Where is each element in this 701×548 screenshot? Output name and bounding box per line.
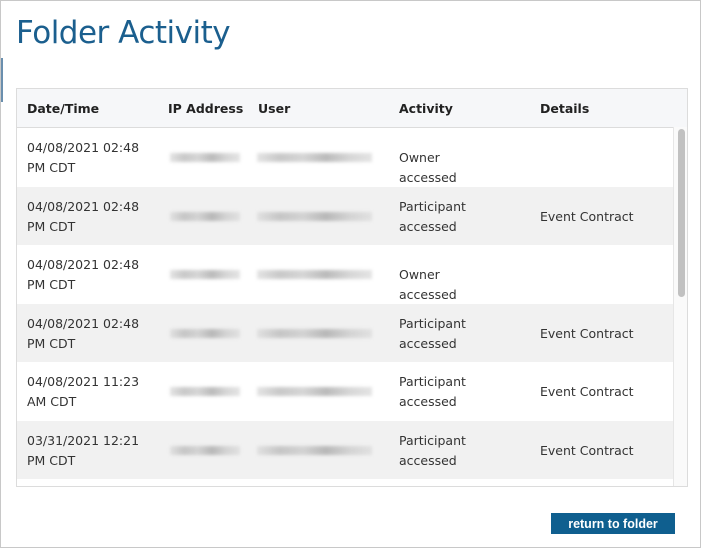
activity-cell: Owner accessed (399, 267, 457, 302)
datetime-cell: 04/08/2021 02:48 PM CDT (27, 255, 139, 295)
date-text: 04/08/2021 02:48 (27, 257, 140, 272)
date-text: 04/08/2021 02:48 (27, 198, 140, 214)
datetime-cell: 04/08/2021 02:48 PM CDT (27, 138, 139, 178)
col-details[interactable]: Details (540, 101, 589, 116)
scrollbar[interactable] (673, 127, 687, 486)
ip-redacted (170, 328, 240, 338)
ip-redacted (170, 445, 240, 455)
ip-redacted (170, 270, 240, 279)
datetime-cell: 04/08/2021 11:23 AM CDT (27, 372, 139, 412)
activity-cell: Participant accessed (399, 374, 466, 409)
folder-activity-dialog: Folder Activity Date/Time IP Address Use… (0, 0, 701, 548)
table-row: 04/08/2021 02:48 PM CDT Owner accessed (17, 128, 673, 186)
user-redacted (257, 270, 372, 279)
table-row: 03/31/2021 12:21 PM CDT Participant acces… (17, 420, 673, 479)
scrollbar-thumb[interactable] (678, 129, 685, 297)
details-cell: Event Contract (540, 384, 634, 399)
user-redacted (257, 211, 372, 221)
timezone-text: PM CDT (27, 277, 76, 292)
date-text: 04/08/2021 11:23 (27, 374, 140, 389)
datetime-cell: 04/08/2021 02:48 PM CDT (27, 314, 139, 354)
table-row: 04/08/2021 02:48 PM CDT Participant acces… (17, 303, 673, 362)
ip-redacted (170, 387, 240, 396)
date-text: 04/08/2021 02:48 (27, 140, 140, 155)
datetime-cell: 03/31/2021 12:21 PM CDT (27, 431, 139, 471)
background-edge (1, 58, 3, 102)
table-row: 04/08/2021 11:23 AM CDT Participant acces… (17, 362, 673, 420)
timezone-text: PM CDT (27, 335, 76, 351)
col-activity[interactable]: Activity (399, 101, 453, 116)
table-row: 04/08/2021 02:48 PM CDT Owner accessed (17, 245, 673, 303)
details-cell: Event Contract (540, 208, 634, 224)
timezone-text: AM CDT (27, 394, 77, 409)
return-to-folder-button[interactable]: return to folder (551, 513, 675, 534)
date-text: 04/08/2021 02:48 (27, 315, 140, 331)
table-row: 04/08/2021 02:48 PM CDT Participant acces… (17, 186, 673, 245)
dialog-title: Folder Activity (16, 15, 231, 51)
table-header: Date/Time IP Address User Activity Detai… (17, 89, 687, 128)
activity-table: Date/Time IP Address User Activity Detai… (16, 88, 688, 487)
timezone-text: PM CDT (27, 160, 76, 175)
user-redacted (257, 328, 372, 338)
ip-redacted (170, 153, 240, 162)
ip-redacted (170, 211, 240, 221)
activity-cell: Owner accessed (399, 150, 457, 185)
date-text: 03/31/2021 12:21 (27, 432, 140, 448)
activity-cell: Participant accessed (399, 198, 466, 234)
timezone-text: PM CDT (27, 218, 76, 234)
timezone-text: PM CDT (27, 452, 76, 468)
details-cell: Event Contract (540, 442, 634, 458)
user-redacted (257, 153, 372, 162)
col-user[interactable]: User (258, 101, 290, 116)
col-ip[interactable]: IP Address (168, 101, 243, 116)
details-cell: Event Contract (540, 325, 634, 341)
activity-cell: Participant accessed (399, 432, 466, 468)
datetime-cell: 04/08/2021 02:48 PM CDT (27, 197, 139, 237)
user-redacted (257, 445, 372, 455)
user-redacted (257, 387, 372, 396)
col-datetime[interactable]: Date/Time (27, 101, 99, 116)
activity-cell: Participant accessed (399, 315, 466, 351)
